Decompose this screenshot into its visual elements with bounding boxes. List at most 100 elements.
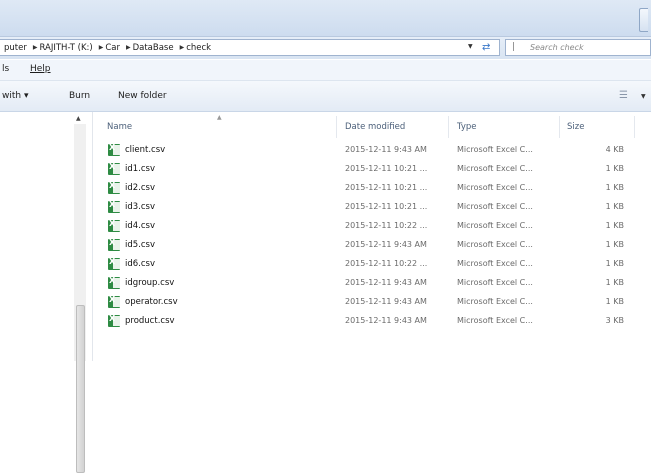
breadcrumb-item-database[interactable]: DataBase <box>133 43 174 53</box>
file-size: 1 KB <box>605 164 624 173</box>
file-name: operator.csv <box>125 297 178 307</box>
file-type: Microsoft Excel C... <box>457 183 533 192</box>
file-type: Microsoft Excel C... <box>457 259 533 268</box>
file-type: Microsoft Excel C... <box>457 316 533 325</box>
address-row: puter ▶ RAJITH-T (K:) ▶ Car ▶ DataBase ▶ check ▼… <box>0 37 651 59</box>
chevron-down-icon[interactable]: ▼ <box>641 93 646 100</box>
column-header-date[interactable]: Date modified <box>345 122 405 132</box>
file-name: id1.csv <box>125 164 155 174</box>
excel-csv-icon <box>108 314 120 327</box>
title-bar <box>0 0 651 37</box>
file-size: 1 KB <box>605 240 624 249</box>
excel-csv-icon <box>108 200 120 213</box>
file-date: 2015-12-11 9:43 AM <box>345 316 427 325</box>
column-header-type[interactable]: Type <box>457 122 477 132</box>
file-type: Microsoft Excel C... <box>457 145 533 154</box>
breadcrumb-arrow-icon[interactable]: ▶ <box>33 44 38 51</box>
file-size: 1 KB <box>605 278 624 287</box>
excel-csv-icon <box>108 295 120 308</box>
file-size: 3 KB <box>605 316 624 325</box>
navigation-pane: ▲ <box>0 112 93 473</box>
file-type: Microsoft Excel C... <box>457 202 533 211</box>
file-date: 2015-12-11 10:22 ... <box>345 221 428 230</box>
excel-csv-icon <box>108 276 120 289</box>
excel-csv-icon <box>108 238 120 251</box>
file-row[interactable]: client.csv 2015-12-11 9:43 AM Microsoft … <box>93 141 651 160</box>
breadcrumb-item-car[interactable]: Car <box>105 43 120 53</box>
refresh-icon[interactable]: ⇄ <box>482 42 490 53</box>
file-list: ▲ Name Date modified Type Size client.cs… <box>93 112 651 361</box>
view-options-icon[interactable]: ☰ <box>619 90 628 101</box>
window-control-button[interactable] <box>639 8 648 32</box>
file-size: 1 KB <box>605 202 624 211</box>
nav-scrollbar-thumb[interactable] <box>76 305 85 473</box>
search-input[interactable]: | Search check <box>505 39 651 56</box>
address-bar[interactable]: puter ▶ RAJITH-T (K:) ▶ Car ▶ DataBase ▶ check ▼… <box>0 39 500 56</box>
breadcrumb-item-computer[interactable]: puter <box>4 43 27 53</box>
file-date: 2015-12-11 10:21 ... <box>345 202 428 211</box>
file-date: 2015-12-11 9:43 AM <box>345 145 427 154</box>
burn-button[interactable]: Burn <box>69 91 90 101</box>
breadcrumb-arrow-icon[interactable]: ▶ <box>99 44 104 51</box>
share-with-button[interactable]: with ▾ <box>2 91 28 101</box>
column-divider[interactable] <box>448 116 449 138</box>
file-date: 2015-12-11 10:21 ... <box>345 164 428 173</box>
breadcrumb-arrow-icon[interactable]: ▶ <box>126 44 131 51</box>
file-size: 4 KB <box>605 145 624 154</box>
file-type: Microsoft Excel C... <box>457 221 533 230</box>
file-name: id5.csv <box>125 240 155 250</box>
breadcrumb-item-check[interactable]: check <box>186 43 211 53</box>
column-divider[interactable] <box>559 116 560 138</box>
column-header-name[interactable]: Name <box>107 122 132 132</box>
file-type: Microsoft Excel C... <box>457 240 533 249</box>
file-name: product.csv <box>125 316 175 326</box>
excel-csv-icon <box>108 181 120 194</box>
file-name: id3.csv <box>125 202 155 212</box>
breadcrumb-arrow-icon[interactable]: ▶ <box>180 44 185 51</box>
file-name: id2.csv <box>125 183 155 193</box>
breadcrumb: puter ▶ RAJITH-T (K:) ▶ Car ▶ DataBase ▶ check <box>4 43 213 53</box>
file-row[interactable]: id2.csv 2015-12-11 10:21 ... Microsoft E… <box>93 179 651 198</box>
file-size: 1 KB <box>605 259 624 268</box>
excel-csv-icon <box>108 219 120 232</box>
file-row[interactable]: id5.csv 2015-12-11 9:43 AM Microsoft Exc… <box>93 236 651 255</box>
column-divider[interactable] <box>336 116 337 138</box>
file-row[interactable]: id6.csv 2015-12-11 10:22 ... Microsoft E… <box>93 255 651 274</box>
column-divider[interactable] <box>634 116 635 138</box>
file-size: 1 KB <box>605 297 624 306</box>
file-row[interactable]: idgroup.csv 2015-12-11 9:43 AM Microsoft… <box>93 274 651 293</box>
file-date: 2015-12-11 9:43 AM <box>345 278 427 287</box>
menu-bar: ls Help <box>0 60 651 81</box>
file-row[interactable]: product.csv 2015-12-11 9:43 AM Microsoft… <box>93 312 651 331</box>
file-row[interactable]: id1.csv 2015-12-11 10:21 ... Microsoft E… <box>93 160 651 179</box>
breadcrumb-item-drive[interactable]: RAJITH-T (K:) <box>39 43 92 53</box>
search-icon: | <box>512 42 516 52</box>
command-bar: with ▾ Burn New folder ☰ ▼ <box>0 81 651 112</box>
menu-tools[interactable]: ls <box>2 64 9 74</box>
file-row[interactable]: id3.csv 2015-12-11 10:21 ... Microsoft E… <box>93 198 651 217</box>
file-name: client.csv <box>125 145 166 155</box>
search-placeholder: Search check <box>530 43 584 52</box>
file-row[interactable]: operator.csv 2015-12-11 9:43 AM Microsof… <box>93 293 651 312</box>
file-name: idgroup.csv <box>125 278 175 288</box>
file-size: 1 KB <box>605 221 624 230</box>
file-date: 2015-12-11 10:22 ... <box>345 259 428 268</box>
file-row[interactable]: id4.csv 2015-12-11 10:22 ... Microsoft E… <box>93 217 651 236</box>
file-type: Microsoft Excel C... <box>457 278 533 287</box>
file-date: 2015-12-11 9:43 AM <box>345 297 427 306</box>
file-date: 2015-12-11 9:43 AM <box>345 240 427 249</box>
file-type: Microsoft Excel C... <box>457 297 533 306</box>
file-type: Microsoft Excel C... <box>457 164 533 173</box>
sort-ascending-icon: ▲ <box>217 114 222 121</box>
excel-csv-icon <box>108 162 120 175</box>
menu-help[interactable]: Help <box>30 64 51 74</box>
column-header-size[interactable]: Size <box>567 122 584 132</box>
file-date: 2015-12-11 10:21 ... <box>345 183 428 192</box>
scroll-up-arrow-icon[interactable]: ▲ <box>76 115 81 122</box>
new-folder-button[interactable]: New folder <box>118 91 167 101</box>
file-name: id4.csv <box>125 221 155 231</box>
file-size: 1 KB <box>605 183 624 192</box>
excel-csv-icon <box>108 143 120 156</box>
chevron-down-icon[interactable]: ▼ <box>468 43 473 50</box>
file-name: id6.csv <box>125 259 155 269</box>
